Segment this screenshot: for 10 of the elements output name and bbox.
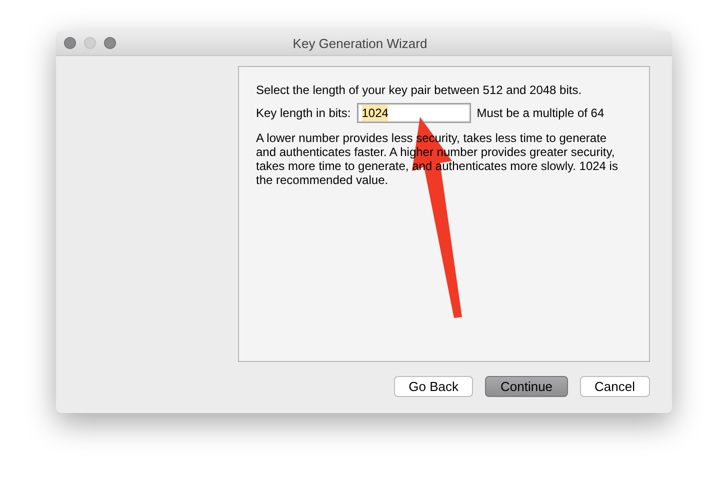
- dialog-button[interactable]: Go Back: [394, 376, 474, 397]
- instruction-text: Select the length of your key pair between 512 and 2048 bits.: [256, 83, 583, 97]
- dialog-button[interactable]: Continue: [485, 376, 568, 397]
- dialog-button[interactable]: Cancel: [580, 376, 650, 397]
- close-button[interactable]: [64, 37, 76, 49]
- window-title: Key Generation Wizard: [292, 36, 428, 50]
- field-label: Key length in bits:: [256, 106, 351, 120]
- key-length-field[interactable]: 1024: [356, 103, 471, 123]
- zoom-button[interactable]: [104, 37, 116, 49]
- field-hint: Must be a multiple of 64: [476, 106, 604, 120]
